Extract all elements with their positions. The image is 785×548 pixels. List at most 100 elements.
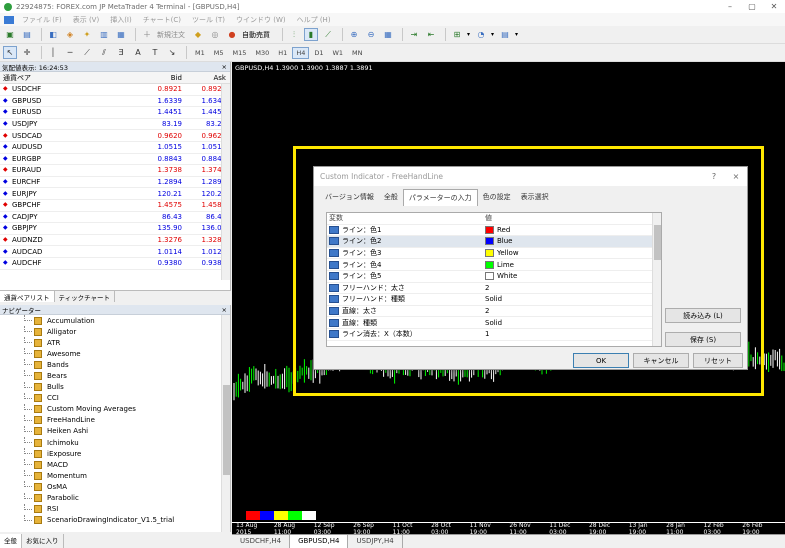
cursor-icon[interactable]: ↖ xyxy=(3,46,17,59)
load-button[interactable]: 読み込み (L) xyxy=(665,308,741,323)
scroll-thumb[interactable] xyxy=(654,225,661,260)
market-watch-row[interactable]: ◆ EURAUD 1.3738 1.3748 xyxy=(0,165,230,177)
indicator-item[interactable]: MACD xyxy=(0,459,230,470)
market-watch-scrollbar[interactable] xyxy=(221,84,230,280)
options-icon[interactable]: ◎ xyxy=(208,28,222,41)
market-watch-row[interactable]: ◆ AUDCHF 0.9380 0.9388 xyxy=(0,258,230,270)
market-watch-row[interactable]: ◆ EURJPY 120.21 120.25 xyxy=(0,188,230,200)
data-window-icon[interactable]: ◈ xyxy=(63,28,77,41)
parameter-value-cell[interactable]: Blue xyxy=(485,237,513,246)
parameter-row[interactable]: 直線：種類 Solid xyxy=(327,317,661,329)
auto-trading-button[interactable]: 自動売買 xyxy=(242,30,270,40)
parameter-value-cell[interactable]: Solid xyxy=(485,319,502,327)
templates-icon[interactable]: ▤ xyxy=(498,28,512,41)
menu-insert[interactable]: 挿入(I) xyxy=(110,15,132,25)
indicator-item[interactable]: Accumulation xyxy=(0,315,230,326)
auto-scroll-icon[interactable]: ⇥ xyxy=(407,28,421,41)
navigator-scrollbar[interactable] xyxy=(221,315,230,532)
indicator-item[interactable]: FreeHandLine xyxy=(0,414,230,426)
column-symbol[interactable]: 通貨ペア xyxy=(0,73,140,83)
parameter-value-cell[interactable]: 2 xyxy=(485,307,489,315)
tab-common[interactable]: 全般 xyxy=(379,189,403,206)
timeframe-d1[interactable]: D1 xyxy=(310,47,327,59)
tab-symbols[interactable]: 通貨ペアリスト xyxy=(0,291,55,302)
timeframe-h4[interactable]: H4 xyxy=(292,46,310,59)
chart-shift-icon[interactable]: ⇤ xyxy=(424,28,438,41)
vertical-line-icon[interactable]: │ xyxy=(46,46,60,59)
reset-button[interactable]: リセット xyxy=(693,353,743,368)
market-watch-row[interactable]: ◆ USDJPY 83.19 83.22 xyxy=(0,119,230,131)
market-watch-icon[interactable]: ◧ xyxy=(46,28,60,41)
indicator-item[interactable]: Awesome xyxy=(0,348,230,359)
tab-about[interactable]: バージョン情報 xyxy=(320,189,379,206)
help-button[interactable]: ? xyxy=(703,172,725,181)
parameter-value-cell[interactable]: Yellow xyxy=(485,249,519,258)
metaeditor-icon[interactable]: ◆ xyxy=(191,28,205,41)
parameter-value-cell[interactable]: 2 xyxy=(485,284,489,292)
color-swatch[interactable] xyxy=(288,511,302,520)
parameter-row[interactable]: フリーハンド：種類 Solid xyxy=(327,294,661,306)
menu-help[interactable]: ヘルプ (H) xyxy=(297,15,331,25)
cancel-button[interactable]: キャンセル xyxy=(633,353,689,368)
profiles-icon[interactable]: ▤ xyxy=(20,28,34,41)
market-watch-row[interactable]: ◆ AUDCAD 1.0114 1.0124 xyxy=(0,246,230,258)
indicator-item[interactable]: RSI xyxy=(0,503,230,515)
zoom-out-icon[interactable]: ⊖ xyxy=(364,28,378,41)
tab-inputs[interactable]: パラメーターの入力 xyxy=(402,189,478,206)
parameter-row[interactable]: ライン：色2 Blue xyxy=(327,236,661,248)
market-watch-row[interactable]: ◆ USDCHF 0.8921 0.8925 xyxy=(0,84,230,96)
color-swatch[interactable] xyxy=(274,511,288,520)
chart-tab-usdchf[interactable]: USDCHF,H4 xyxy=(232,535,291,548)
document-icon[interactable] xyxy=(4,15,14,24)
ok-button[interactable]: OK xyxy=(573,353,629,368)
market-watch-row[interactable]: ◆ GBPUSD 1.6339 1.6342 xyxy=(0,96,230,108)
chevron-down-icon[interactable]: ▾ xyxy=(491,31,494,38)
zoom-in-icon[interactable]: ⊕ xyxy=(347,28,361,41)
horizontal-line-icon[interactable]: ─ xyxy=(63,46,77,59)
line-chart-icon[interactable]: ⟋ xyxy=(321,28,335,41)
indicator-item[interactable]: iExposure xyxy=(0,448,230,459)
tab-tick-chart[interactable]: ティックチャート xyxy=(55,291,116,302)
trendline-icon[interactable]: ⟋ xyxy=(80,46,94,59)
periods-icon[interactable]: ◔ xyxy=(474,28,488,41)
menu-tools[interactable]: ツール (T) xyxy=(192,15,225,25)
timeframe-m5[interactable]: M5 xyxy=(210,47,228,59)
market-watch-row[interactable]: ◆ USDCAD 0.9620 0.9624 xyxy=(0,130,230,142)
new-order-button[interactable]: 新規注文 xyxy=(157,30,185,40)
close-dialog-button[interactable]: × xyxy=(725,172,747,181)
timeframe-mn[interactable]: MN xyxy=(348,47,366,59)
parameter-value-cell[interactable]: White xyxy=(485,272,517,281)
indicator-item[interactable]: ATR xyxy=(0,337,230,348)
parameter-row[interactable]: ライン：色1 Red xyxy=(327,225,661,237)
save-button[interactable]: 保存 (S) xyxy=(665,332,741,347)
parameter-row[interactable]: フリーハンド：太さ 2 xyxy=(327,283,661,295)
close-icon[interactable]: × xyxy=(222,63,227,71)
maximize-button[interactable]: ▢ xyxy=(741,2,763,11)
text-icon[interactable]: A xyxy=(131,46,145,59)
market-watch-row[interactable]: ◆ AUDNZD 1.3276 1.3288 xyxy=(0,235,230,247)
tab-visualization[interactable]: 表示選択 xyxy=(516,189,554,206)
new-chart-icon[interactable]: ▣ xyxy=(3,28,17,41)
chart-tab-usdjpy[interactable]: USDJPY,H4 xyxy=(348,535,403,548)
tab-common[interactable]: 全般 xyxy=(0,534,22,548)
parameter-row[interactable]: ライン：色5 White xyxy=(327,271,661,283)
indicator-item[interactable]: Parabolic xyxy=(0,492,230,504)
scroll-thumb[interactable] xyxy=(223,385,230,475)
indicator-item[interactable]: Bulls xyxy=(0,381,230,393)
navigator-icon[interactable]: ✦ xyxy=(80,28,94,41)
market-watch-row[interactable]: ◆ CADJPY 86.43 86.49 xyxy=(0,212,230,224)
label-icon[interactable]: T xyxy=(148,46,162,59)
menu-window[interactable]: ウインドウ (W) xyxy=(236,15,286,25)
indicator-item[interactable]: Momentum xyxy=(0,470,230,481)
fibonacci-icon[interactable]: Ǝ xyxy=(114,46,128,59)
color-swatch[interactable] xyxy=(246,511,260,520)
parameter-row[interactable]: ライン：色4 Lime xyxy=(327,259,661,271)
market-watch-row[interactable]: ◆ AUDUSD 1.0515 1.0518 xyxy=(0,142,230,154)
parameter-value-cell[interactable]: Solid xyxy=(485,295,502,303)
candlestick-icon[interactable]: ▮ xyxy=(304,28,318,41)
indicator-item[interactable]: CCI xyxy=(0,392,230,404)
timeframe-m30[interactable]: M30 xyxy=(251,47,273,59)
timeframe-w1[interactable]: W1 xyxy=(328,47,347,59)
market-watch-row[interactable]: ◆ EURCHF 1.2894 1.2897 xyxy=(0,177,230,189)
color-swatches[interactable] xyxy=(232,511,316,520)
